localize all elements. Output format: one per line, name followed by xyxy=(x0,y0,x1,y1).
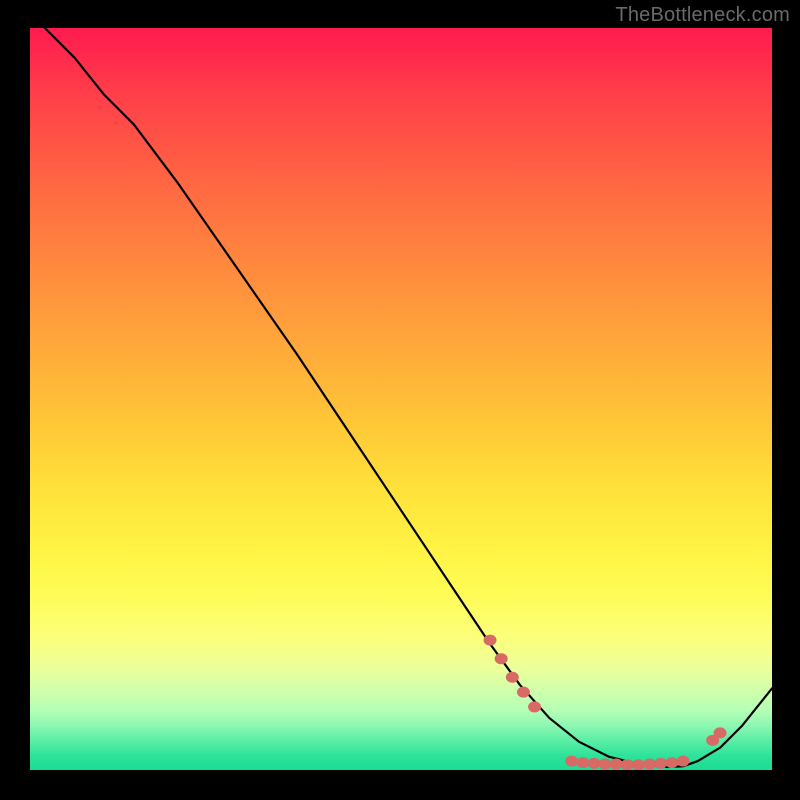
curve-path xyxy=(45,28,772,767)
data-point xyxy=(517,687,530,698)
data-point xyxy=(484,635,497,646)
data-point xyxy=(506,672,519,683)
data-point xyxy=(714,727,727,738)
data-point xyxy=(587,758,600,769)
watermark-text: TheBottleneck.com xyxy=(615,4,790,27)
data-point xyxy=(576,757,589,768)
data-point xyxy=(676,756,689,767)
dot-group xyxy=(484,635,727,770)
data-point xyxy=(565,756,578,767)
data-point xyxy=(665,757,678,768)
line-chart xyxy=(30,28,772,770)
data-point xyxy=(643,759,656,770)
data-point xyxy=(599,759,612,770)
data-point xyxy=(632,759,645,770)
plot-area xyxy=(30,28,772,770)
chart-frame: TheBottleneck.com xyxy=(0,0,800,800)
data-point xyxy=(621,759,634,770)
data-point xyxy=(495,653,508,664)
data-point xyxy=(610,759,623,770)
data-point xyxy=(654,758,667,769)
data-point xyxy=(528,701,541,712)
